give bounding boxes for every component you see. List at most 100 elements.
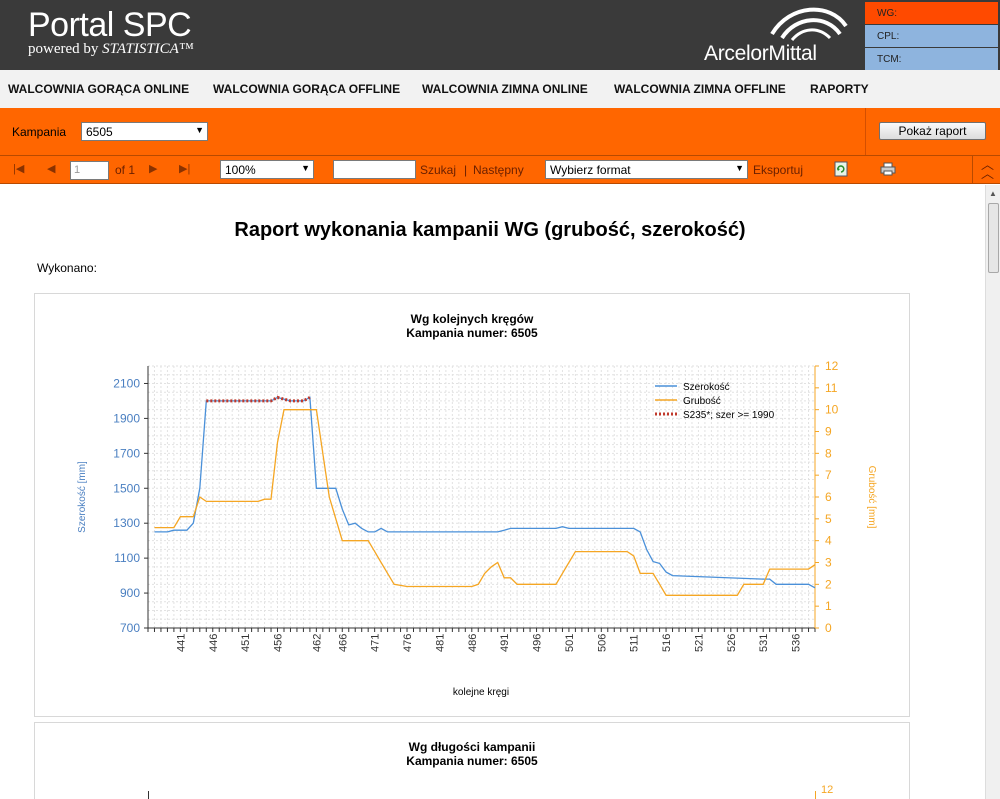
legend-label: Grubość <box>683 396 721 407</box>
scroll-up-icon[interactable]: ▲ <box>989 189 997 198</box>
statistica-brand: STATISTICA™ <box>102 41 194 57</box>
status-cpl[interactable]: CPL: <box>865 25 998 47</box>
zoom-select[interactable]: 100% ▼ <box>220 160 314 179</box>
powered-by-text: powered by <box>28 41 103 57</box>
last-page-icon[interactable]: ▶| <box>179 162 190 175</box>
next-page-icon[interactable]: ▶ <box>149 162 157 175</box>
campaign-select-value: 6505 <box>86 125 113 139</box>
x-tick-label: 456 <box>273 634 285 652</box>
report-viewer-page: Portal SPC powered by STATISTICA™ Arcelo… <box>0 0 1000 799</box>
chart2-title: Wg długości kampanii <box>408 740 536 754</box>
y-tick-label: 1100 <box>114 551 140 565</box>
y2-tick-label: 11 <box>825 381 838 395</box>
page-count: of 1 <box>115 163 136 177</box>
y2-tick-label: 0 <box>825 621 832 635</box>
x-tick-label: 486 <box>467 634 479 652</box>
campaign-select[interactable]: 6505 ▼ <box>81 122 208 141</box>
nav-hot-mill-online[interactable]: WALCOWNIA GORĄCA ONLINE <box>8 82 189 96</box>
x-tick-label: 491 <box>499 634 511 652</box>
export-link[interactable]: Eksportuj <box>753 163 803 177</box>
scroll-thumb[interactable] <box>988 203 999 273</box>
y2-tick-label: 5 <box>825 512 832 526</box>
nav-reports[interactable]: RAPORTY <box>810 82 869 96</box>
chart-by-coils: 441 446 451 456 462 466 471 476 481 486 491 496 501 5… <box>77 359 877 698</box>
export-format-select[interactable]: Wybierz format ▼ <box>545 160 748 179</box>
x-tick-label: 471 <box>370 634 382 652</box>
app-header: Portal SPC powered by STATISTICA™ Arcelo… <box>0 0 1000 70</box>
report-content: Raport wykonania kampanii WG (grubość, s… <box>0 185 985 799</box>
chevron-down-icon: ▼ <box>301 163 310 173</box>
y-tick-label: 2100 <box>113 376 140 390</box>
y2-tick-label: 6 <box>825 490 832 504</box>
x-tick-label: 536 <box>791 634 803 652</box>
report-title: Raport wykonania kampanii WG (grubość, s… <box>234 219 746 241</box>
x-tick-label: 511 <box>629 634 641 652</box>
legend-label: S235*; szer >= 1990 <box>683 410 775 421</box>
x-tick-label: 476 <box>402 634 414 652</box>
y-tick-label: 900 <box>120 586 140 600</box>
status-tcm[interactable]: TCM: <box>865 48 998 70</box>
y-tick-label: 1700 <box>113 446 140 460</box>
y2-tick-label: 3 <box>825 556 832 570</box>
export-format-value: Wybierz format <box>550 163 631 177</box>
page-number-input[interactable]: 1 <box>70 161 109 180</box>
logo-text: ArcelorMittal <box>704 42 817 65</box>
y2-tick-label: 7 <box>825 468 832 482</box>
y2-tick-label: 4 <box>825 534 832 548</box>
y-axis-title: Szerokość [mm] <box>77 461 88 533</box>
logo-swoosh-icon <box>770 7 848 42</box>
chart2-subtitle: Kampania numer: 6505 <box>406 754 538 768</box>
parameter-bar: Kampania 6505 ▼ <box>0 108 1000 155</box>
x-tick-label: 531 <box>758 634 770 652</box>
x-axis-title: kolejne kręgi <box>453 687 509 698</box>
executed-label: Wykonano: <box>37 261 97 275</box>
chart2-left-axis <box>148 791 149 799</box>
y2-tick-label: 8 <box>825 446 832 460</box>
y-tick-label: 1300 <box>113 516 140 530</box>
x-tick-label: 451 <box>240 634 252 652</box>
zoom-value: 100% <box>225 163 256 177</box>
legend-label: Szerokość <box>683 382 730 393</box>
x-tick-label: 462 <box>311 634 323 652</box>
first-page-icon[interactable]: |◀ <box>13 162 24 175</box>
y2-tick-label: 10 <box>825 403 839 417</box>
nav-hot-mill-offline[interactable]: WALCOWNIA GORĄCA OFFLINE <box>213 82 400 96</box>
chart2-right-axis <box>815 791 816 799</box>
collapse-icon[interactable]: ︿ ︿ <box>981 158 994 180</box>
chevron-down-icon: ▼ <box>735 163 744 173</box>
y2-tick-label: 9 <box>825 425 832 439</box>
print-icon[interactable] <box>880 162 896 176</box>
chart2-y2-tick: 12 <box>821 784 834 796</box>
app-subtitle: powered by STATISTICA™ <box>28 41 194 58</box>
campaign-label: Kampania <box>12 125 67 139</box>
report-toolbar: |◀ ◀ 1 of 1 ▶ ▶| 100% ▼ Szukaj | Następn… <box>0 155 1000 184</box>
chevron-down-icon: ▼ <box>195 125 204 135</box>
toolbar-collapse-area: ︿ ︿ <box>972 156 1000 183</box>
y-tick-label: 700 <box>120 621 140 635</box>
search-input[interactable] <box>333 160 416 179</box>
chart-by-coils-frame: Wg kolejnych kręgów Kampania numer: 6505… <box>34 293 910 717</box>
y2-axis-title: Grubość [mm] <box>866 466 877 529</box>
main-nav: WALCOWNIA GORĄCA ONLINE WALCOWNIA GORĄCA… <box>0 70 1000 108</box>
x-tick-label: 521 <box>693 634 705 652</box>
y2-tick-label: 1 <box>825 599 832 613</box>
find-link[interactable]: Szukaj <box>420 163 456 177</box>
refresh-icon[interactable] <box>834 161 848 177</box>
x-tick-label: 501 <box>564 634 576 652</box>
prev-page-icon[interactable]: ◀ <box>47 162 55 175</box>
nav-cold-mill-online[interactable]: WALCOWNIA ZIMNA ONLINE <box>422 82 588 96</box>
x-tick-label: 466 <box>337 634 349 652</box>
arcelormittal-logo: ArcelorMittal <box>700 4 860 66</box>
x-tick-label: 496 <box>532 634 544 652</box>
y2-tick-label: 2 <box>825 577 832 591</box>
status-wg[interactable]: WG: <box>865 2 998 24</box>
x-tick-label: 506 <box>596 634 608 652</box>
show-report-button[interactable]: Pokaż raport <box>879 122 986 140</box>
y2-tick-label: 12 <box>825 359 839 373</box>
nav-cold-mill-offline[interactable]: WALCOWNIA ZIMNA OFFLINE <box>614 82 786 96</box>
vertical-scrollbar[interactable]: ▲ <box>985 185 1000 799</box>
y-tick-label: 1500 <box>113 481 140 495</box>
x-tick-label: 446 <box>208 634 220 652</box>
find-next-link[interactable]: Następny <box>473 163 524 177</box>
x-tick-label: 441 <box>175 634 187 652</box>
